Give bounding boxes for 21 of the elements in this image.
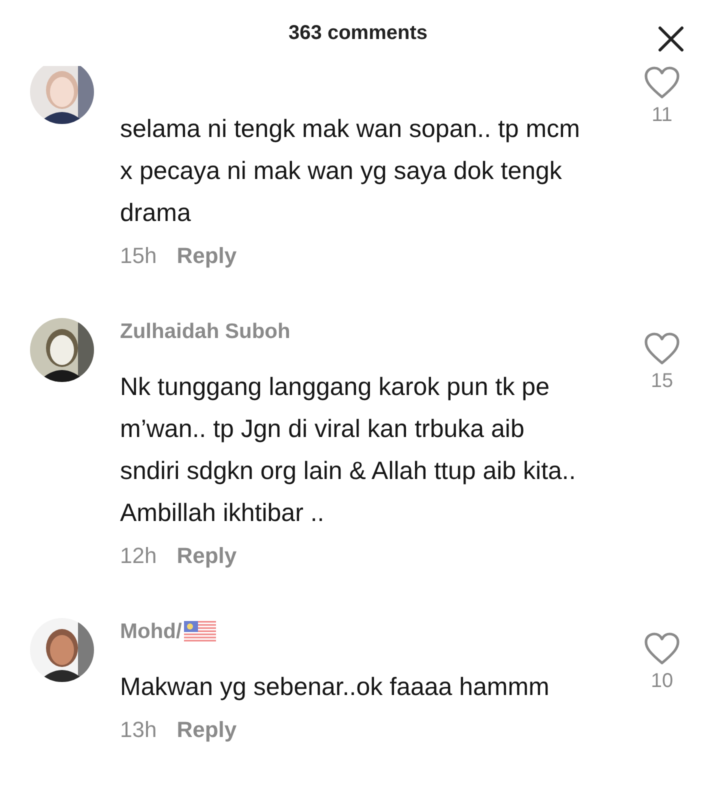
comment-text: Nk tunggang langgang karok pun tk pe m’wan.. tp Jgn di viral kan trbuka aib sndiri sdgkn org lain & Allah ttup aib kita.. Ambillah ikhtibar .. — [120, 372, 577, 529]
comment-time: 15h — [120, 242, 157, 270]
like-count: 10 — [650, 670, 674, 693]
close-icon — [658, 26, 684, 52]
comments-count-title: 363 comments — [288, 22, 428, 44]
username[interactable]: Zulhaidah Suboh — [120, 318, 290, 346]
comment-text: Makwan yg sebenar..ok faaaa hammm — [120, 672, 550, 703]
comment-time: 12h — [120, 542, 157, 570]
reply-button[interactable]: Reply — [176, 538, 237, 574]
reply-button[interactable]: Reply — [176, 712, 237, 748]
heart-icon — [644, 66, 680, 100]
username[interactable]: Mohd/ — [120, 618, 182, 646]
heart-icon — [644, 332, 680, 366]
reply-button[interactable]: Reply — [176, 238, 237, 274]
comment-time: 13h — [120, 716, 157, 744]
like-count: 15 — [650, 370, 674, 393]
like-count: 11 — [652, 104, 672, 127]
close-button[interactable] — [656, 24, 686, 54]
heart-icon — [644, 632, 680, 666]
flag-icon — [184, 621, 216, 643]
comment-text: selama ni tengk mak wan sopan.. tp mcm x pecaya ni mak wan yg saya dok tengk drama — [120, 114, 581, 229]
